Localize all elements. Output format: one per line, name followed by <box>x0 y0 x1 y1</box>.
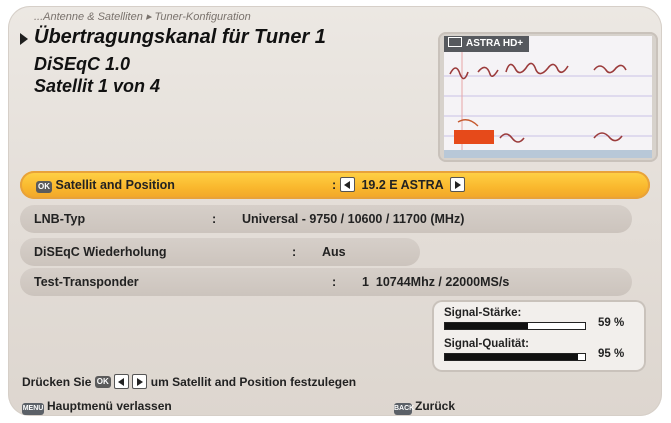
page-title: Übertragungskanal für Tuner 1 <box>34 26 326 48</box>
setting-row-lnb-type[interactable]: LNB-Typ : Universal - 9750 / 10600 / 117… <box>20 205 632 233</box>
exit-main-menu[interactable]: MENU Hauptmenü verlassen <box>22 399 172 415</box>
signal-quality-fill <box>445 354 578 360</box>
preview-video-image <box>444 52 652 158</box>
hint-suffix: um Satellit and Position festzulegen <box>150 374 357 389</box>
channel-badge: ASTRA HD+ <box>444 36 530 52</box>
setting-row-satellite[interactable]: OK Satellit and Position : 19.2 E ASTRA <box>20 171 650 199</box>
back-button[interactable]: BACKZurück <box>394 399 455 415</box>
breadcrumb: ...Antenne & Satelliten ▸ Tuner-Konfigur… <box>34 11 251 23</box>
separator: : <box>292 245 297 259</box>
ok-key-icon: OK <box>94 375 111 388</box>
setting-value: Aus <box>322 245 346 259</box>
signal-strength-label: Signal-Stärke: <box>444 307 522 319</box>
signal-panel: Signal-Stärke: 59 % Signal-Qualität: 95 … <box>432 300 646 372</box>
setting-value: 1 10744Mhz / 22000MS/s <box>362 275 510 289</box>
menu-key-icon: MENU <box>22 403 44 415</box>
help-hint: Drücken Sie OK um Satellit and Position … <box>22 374 357 390</box>
arrow-right-icon <box>132 374 148 390</box>
satellite-index: Satellit 1 von 4 <box>34 76 161 96</box>
tv-icon <box>448 37 462 47</box>
setting-label: Satellit and Position <box>55 178 175 192</box>
arrow-left-icon <box>114 374 130 390</box>
channel-preview: ASTRA HD+ <box>438 32 658 162</box>
hint-prefix: Drücken Sie <box>22 374 92 389</box>
setting-label: Test-Transponder <box>34 275 139 289</box>
exit-label: Hauptmenü verlassen <box>47 399 172 413</box>
setting-row-test-transponder[interactable]: Test-Transponder : 1 10744Mhz / 22000MS/… <box>20 268 632 296</box>
back-key-icon: BACK <box>394 403 414 415</box>
separator: : <box>332 275 337 289</box>
signal-quality-value: 95 % <box>598 348 625 360</box>
signal-quality-bar <box>444 353 586 361</box>
signal-quality-label: Signal-Qualität: <box>444 338 529 350</box>
title-arrow-icon <box>20 33 28 45</box>
preview-screen: ASTRA HD+ <box>444 36 652 158</box>
signal-strength-fill <box>445 323 528 329</box>
channel-name: ASTRA HD+ <box>466 38 524 49</box>
arrow-right-icon[interactable] <box>450 177 466 192</box>
setting-label: DiSEqC Wiederholung <box>34 245 167 259</box>
signal-strength-value: 59 % <box>598 317 625 329</box>
setting-label: LNB-Typ <box>34 212 86 226</box>
ok-key-icon: OK <box>36 181 52 193</box>
setting-row-diseqc-repeat[interactable]: DiSEqC Wiederholung : Aus <box>20 238 420 266</box>
separator: : <box>212 212 217 226</box>
signal-strength-bar <box>444 322 586 330</box>
setting-value: Universal - 9750 / 10600 / 11700 (MHz) <box>242 212 465 226</box>
separator: : <box>332 178 337 192</box>
back-label: Zurück <box>415 399 456 413</box>
diseqc-mode: DiSEqC 1.0 <box>34 54 131 74</box>
arrow-left-icon[interactable] <box>340 177 355 192</box>
setting-value: 19.2 E ASTRA <box>361 178 444 192</box>
